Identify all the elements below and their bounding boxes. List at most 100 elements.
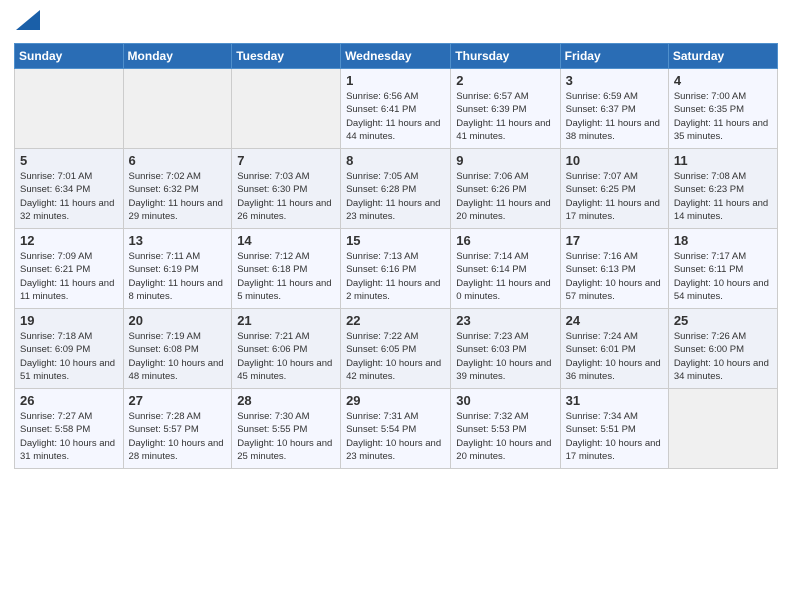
day-cell: 19 Sunrise: 7:18 AM Sunset: 6:09 PM Dayli… — [15, 309, 124, 389]
day-info: Sunrise: 7:32 AM Sunset: 5:53 PM Dayligh… — [456, 410, 554, 463]
day-info: Sunrise: 7:18 AM Sunset: 6:09 PM Dayligh… — [20, 330, 118, 383]
day-info: Sunrise: 6:56 AM Sunset: 6:41 PM Dayligh… — [346, 90, 445, 143]
day-cell: 3Sunrise: 6:59 AM Sunset: 6:37 PM Daylig… — [560, 69, 668, 149]
day-number: 21 — [237, 313, 335, 328]
day-cell — [15, 69, 124, 149]
day-number: 9 — [456, 153, 554, 168]
day-info: Sunrise: 7:12 AM Sunset: 6:18 PM Dayligh… — [237, 250, 335, 303]
day-cell: 8 Sunrise: 7:05 AM Sunset: 6:28 PM Daylig… — [341, 149, 451, 229]
day-number: 13 — [129, 233, 227, 248]
day-info: Sunrise: 7:28 AM Sunset: 5:57 PM Dayligh… — [129, 410, 227, 463]
day-info: Sunrise: 7:19 AM Sunset: 6:08 PM Dayligh… — [129, 330, 227, 383]
day-info: Sunrise: 7:09 AM Sunset: 6:21 PM Dayligh… — [20, 250, 118, 303]
day-cell — [668, 389, 777, 469]
day-cell: 4 Sunrise: 7:00 AM Sunset: 6:35 PM Daylig… — [668, 69, 777, 149]
week-row-0: 1 Sunrise: 6:56 AM Sunset: 6:41 PM Daylig… — [15, 69, 778, 149]
week-row-1: 5 Sunrise: 7:01 AM Sunset: 6:34 PM Daylig… — [15, 149, 778, 229]
day-cell: 15 Sunrise: 7:13 AM Sunset: 6:16 PM Dayli… — [341, 229, 451, 309]
day-number: 17 — [566, 233, 663, 248]
day-number: 12 — [20, 233, 118, 248]
day-number: 1 — [346, 73, 445, 88]
header-cell-saturday: Saturday — [668, 44, 777, 69]
day-number: 25 — [674, 313, 772, 328]
day-cell: 13 Sunrise: 7:11 AM Sunset: 6:19 PM Dayli… — [123, 229, 232, 309]
day-cell: 7 Sunrise: 7:03 AM Sunset: 6:30 PM Daylig… — [232, 149, 341, 229]
day-cell: 2Sunrise: 6:57 AM Sunset: 6:39 PM Daylig… — [451, 69, 560, 149]
day-info: Sunrise: 7:07 AM Sunset: 6:25 PM Dayligh… — [566, 170, 663, 223]
day-cell — [123, 69, 232, 149]
day-cell: 30 Sunrise: 7:32 AM Sunset: 5:53 PM Dayli… — [451, 389, 560, 469]
day-cell: 29 Sunrise: 7:31 AM Sunset: 5:54 PM Dayli… — [341, 389, 451, 469]
day-info: Sunrise: 7:21 AM Sunset: 6:06 PM Dayligh… — [237, 330, 335, 383]
day-cell: 22Sunrise: 7:22 AM Sunset: 6:05 PM Dayli… — [341, 309, 451, 389]
day-number: 27 — [129, 393, 227, 408]
day-cell: 31 Sunrise: 7:34 AM Sunset: 5:51 PM Dayli… — [560, 389, 668, 469]
day-info: Sunrise: 7:31 AM Sunset: 5:54 PM Dayligh… — [346, 410, 445, 463]
day-info: Sunrise: 7:01 AM Sunset: 6:34 PM Dayligh… — [20, 170, 118, 223]
week-row-4: 26Sunrise: 7:27 AM Sunset: 5:58 PM Dayli… — [15, 389, 778, 469]
logo-icon — [16, 10, 40, 30]
day-number: 14 — [237, 233, 335, 248]
day-cell: 1 Sunrise: 6:56 AM Sunset: 6:41 PM Daylig… — [341, 69, 451, 149]
day-info: Sunrise: 7:22 AM Sunset: 6:05 PM Dayligh… — [346, 330, 445, 383]
day-info: Sunrise: 7:00 AM Sunset: 6:35 PM Dayligh… — [674, 90, 772, 143]
day-number: 11 — [674, 153, 772, 168]
day-number: 18 — [674, 233, 772, 248]
day-info: Sunrise: 7:24 AM Sunset: 6:01 PM Dayligh… — [566, 330, 663, 383]
day-info: Sunrise: 7:03 AM Sunset: 6:30 PM Dayligh… — [237, 170, 335, 223]
day-cell: 28 Sunrise: 7:30 AM Sunset: 5:55 PM Dayli… — [232, 389, 341, 469]
day-number: 5 — [20, 153, 118, 168]
day-number: 6 — [129, 153, 227, 168]
calendar-header: SundayMondayTuesdayWednesdayThursdayFrid… — [15, 44, 778, 69]
calendar-body: 1 Sunrise: 6:56 AM Sunset: 6:41 PM Daylig… — [15, 69, 778, 469]
header-cell-tuesday: Tuesday — [232, 44, 341, 69]
day-cell: 23Sunrise: 7:23 AM Sunset: 6:03 PM Dayli… — [451, 309, 560, 389]
day-number: 28 — [237, 393, 335, 408]
day-cell: 5 Sunrise: 7:01 AM Sunset: 6:34 PM Daylig… — [15, 149, 124, 229]
day-cell: 18 Sunrise: 7:17 AM Sunset: 6:11 PM Dayli… — [668, 229, 777, 309]
week-row-2: 12 Sunrise: 7:09 AM Sunset: 6:21 PM Dayli… — [15, 229, 778, 309]
day-number: 24 — [566, 313, 663, 328]
page-container: SundayMondayTuesdayWednesdayThursdayFrid… — [0, 0, 792, 477]
day-number: 15 — [346, 233, 445, 248]
day-info: Sunrise: 7:17 AM Sunset: 6:11 PM Dayligh… — [674, 250, 772, 303]
calendar-table: SundayMondayTuesdayWednesdayThursdayFrid… — [14, 43, 778, 469]
day-cell: 24 Sunrise: 7:24 AM Sunset: 6:01 PM Dayli… — [560, 309, 668, 389]
day-info: Sunrise: 7:08 AM Sunset: 6:23 PM Dayligh… — [674, 170, 772, 223]
day-info: Sunrise: 7:11 AM Sunset: 6:19 PM Dayligh… — [129, 250, 227, 303]
day-cell: 26Sunrise: 7:27 AM Sunset: 5:58 PM Dayli… — [15, 389, 124, 469]
day-cell: 10Sunrise: 7:07 AM Sunset: 6:25 PM Dayli… — [560, 149, 668, 229]
day-cell: 17 Sunrise: 7:16 AM Sunset: 6:13 PM Dayli… — [560, 229, 668, 309]
header-cell-monday: Monday — [123, 44, 232, 69]
day-number: 30 — [456, 393, 554, 408]
day-info: Sunrise: 7:13 AM Sunset: 6:16 PM Dayligh… — [346, 250, 445, 303]
day-number: 2 — [456, 73, 554, 88]
day-info: Sunrise: 7:34 AM Sunset: 5:51 PM Dayligh… — [566, 410, 663, 463]
day-number: 4 — [674, 73, 772, 88]
day-number: 31 — [566, 393, 663, 408]
day-info: Sunrise: 7:14 AM Sunset: 6:14 PM Dayligh… — [456, 250, 554, 303]
header-row: SundayMondayTuesdayWednesdayThursdayFrid… — [15, 44, 778, 69]
logo — [14, 10, 40, 35]
day-number: 19 — [20, 313, 118, 328]
day-cell: 25Sunrise: 7:26 AM Sunset: 6:00 PM Dayli… — [668, 309, 777, 389]
day-number: 7 — [237, 153, 335, 168]
day-info: Sunrise: 7:02 AM Sunset: 6:32 PM Dayligh… — [129, 170, 227, 223]
day-number: 29 — [346, 393, 445, 408]
day-number: 3 — [566, 73, 663, 88]
header — [14, 10, 778, 35]
day-cell: 11 Sunrise: 7:08 AM Sunset: 6:23 PM Dayli… — [668, 149, 777, 229]
header-cell-wednesday: Wednesday — [341, 44, 451, 69]
day-cell: 21 Sunrise: 7:21 AM Sunset: 6:06 PM Dayli… — [232, 309, 341, 389]
day-cell: 16Sunrise: 7:14 AM Sunset: 6:14 PM Dayli… — [451, 229, 560, 309]
day-info: Sunrise: 7:06 AM Sunset: 6:26 PM Dayligh… — [456, 170, 554, 223]
day-cell: 12 Sunrise: 7:09 AM Sunset: 6:21 PM Dayli… — [15, 229, 124, 309]
day-cell: 14 Sunrise: 7:12 AM Sunset: 6:18 PM Dayli… — [232, 229, 341, 309]
day-info: Sunrise: 7:05 AM Sunset: 6:28 PM Dayligh… — [346, 170, 445, 223]
day-number: 8 — [346, 153, 445, 168]
day-cell — [232, 69, 341, 149]
day-info: Sunrise: 7:27 AM Sunset: 5:58 PM Dayligh… — [20, 410, 118, 463]
day-info: Sunrise: 7:30 AM Sunset: 5:55 PM Dayligh… — [237, 410, 335, 463]
day-cell: 6 Sunrise: 7:02 AM Sunset: 6:32 PM Daylig… — [123, 149, 232, 229]
day-info: Sunrise: 7:16 AM Sunset: 6:13 PM Dayligh… — [566, 250, 663, 303]
